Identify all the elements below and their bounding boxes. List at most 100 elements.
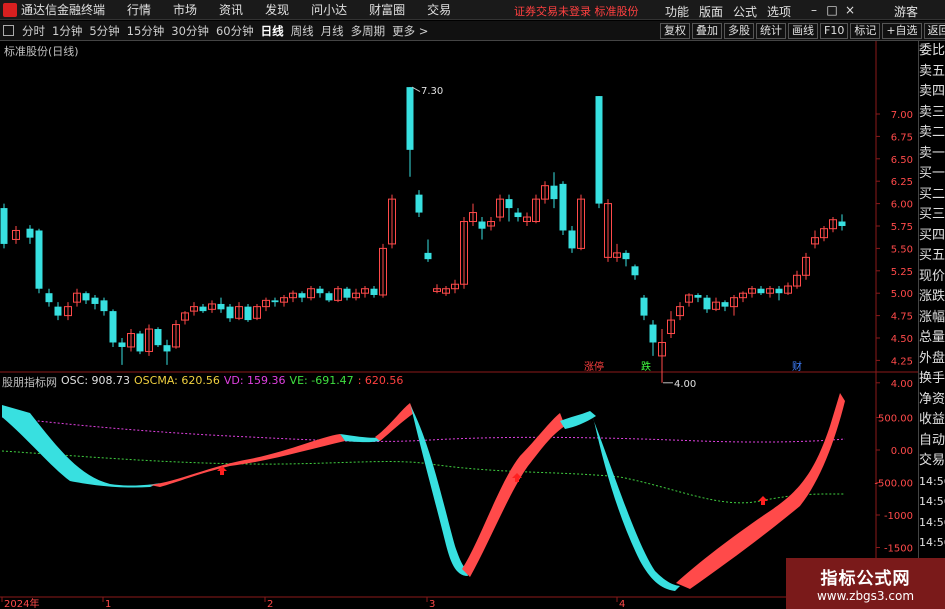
menu-item-quotes[interactable]: 行情	[127, 1, 151, 18]
back-button[interactable]: 返回	[923, 23, 945, 39]
candle	[550, 172, 558, 209]
candle	[280, 294, 288, 307]
side-panel-field: 卖四	[919, 84, 945, 99]
period-multi[interactable]: 多周期	[351, 23, 386, 39]
candle	[406, 87, 414, 177]
side-panel-trade-field: 自动	[919, 432, 945, 448]
osc-value: OSC: 908.73	[61, 374, 131, 387]
candle	[26, 225, 34, 244]
period-intraday[interactable]: 分时	[22, 23, 45, 39]
restore-rights-button[interactable]: 复权	[660, 23, 690, 39]
candle	[343, 286, 351, 301]
period-1min[interactable]: 1分钟	[52, 23, 82, 39]
period-5min[interactable]: 5分钟	[89, 23, 119, 39]
period-more[interactable]: 更多 >	[392, 23, 428, 39]
mark-button[interactable]: 标记	[850, 23, 881, 39]
maximize-icon[interactable]: □	[823, 2, 841, 18]
candle	[73, 288, 81, 307]
event-tag[interactable]: 财	[792, 360, 802, 373]
guest-button[interactable]: 游客	[894, 3, 918, 20]
candle	[424, 239, 432, 262]
menu-item-discover[interactable]: 发现	[265, 1, 289, 18]
price-tick-label: 6.25	[891, 177, 913, 188]
candle	[35, 228, 43, 294]
candle	[730, 294, 738, 316]
side-panel-field: 卖三	[919, 104, 945, 120]
menu-item-market[interactable]: 市场	[173, 1, 197, 18]
price-tick-label: 5.50	[891, 244, 913, 255]
side-panel-field: 卖二	[919, 125, 945, 140]
price-tick-label: 6.50	[891, 155, 913, 166]
period-30min[interactable]: 30分钟	[171, 23, 209, 39]
price-tick-label: 5.75	[891, 222, 913, 233]
candle	[316, 286, 324, 298]
candle	[370, 286, 378, 298]
menu-item-wealth[interactable]: 财富圈	[369, 1, 405, 18]
candle	[685, 293, 693, 307]
candle	[559, 181, 567, 235]
period-weekly[interactable]: 周线	[291, 23, 314, 39]
login-warning[interactable]: 证券交易未登录 标准股份	[514, 3, 639, 19]
menu-item-formula[interactable]: 公式	[733, 3, 757, 20]
side-panel-field: 委比	[919, 43, 945, 58]
side-panel-time-entry: 14:56	[919, 474, 945, 488]
x-tick-label: 4	[619, 599, 625, 609]
extra-value: : 620.56	[357, 374, 404, 387]
ve-value: VE: -691.47	[289, 374, 354, 387]
candle	[595, 96, 603, 209]
candle	[838, 214, 846, 231]
menu-item-news[interactable]: 资讯	[219, 1, 243, 18]
watermark-url: www.zbgs3.com	[816, 589, 915, 603]
candle	[721, 300, 729, 312]
menu-item-options[interactable]: 选项	[767, 3, 791, 20]
close-icon[interactable]: ×	[841, 2, 859, 18]
candle	[496, 194, 504, 222]
side-panel-field: 换手	[919, 371, 945, 386]
period-daily[interactable]: 日线	[261, 23, 284, 39]
high-price-label: 7.30	[421, 86, 443, 97]
chart-area[interactable]: 7.00 6.75 6.50 6.25 6.00 5.75 5.50 5.25 5.00 4.75…	[0, 41, 918, 609]
minimize-icon[interactable]: –	[805, 2, 823, 18]
side-panel-field: 总量	[919, 330, 945, 345]
period-60min[interactable]: 60分钟	[216, 23, 254, 39]
candle	[649, 320, 657, 356]
candle	[172, 320, 180, 349]
side-panel-field: 买三	[919, 207, 945, 222]
candle	[433, 284, 441, 294]
candle	[388, 194, 396, 249]
candle	[208, 300, 216, 313]
candle	[379, 243, 387, 298]
menu-item-trade[interactable]: 交易	[427, 1, 451, 18]
osc-ribbon-segment	[410, 405, 468, 576]
candle	[604, 199, 612, 262]
stock-label: 标准股份(日线)	[4, 45, 79, 58]
candle	[820, 226, 828, 242]
candle	[253, 303, 261, 321]
menu-item-ask[interactable]: 问小达	[311, 1, 347, 18]
candle	[136, 330, 144, 355]
overlay-button[interactable]: 叠加	[692, 23, 722, 39]
price-tick-label: 6.75	[891, 132, 913, 143]
draw-line-button[interactable]: 画线	[788, 23, 818, 39]
price-tick-label: 5.25	[891, 267, 913, 278]
x-tick-label: 1	[105, 599, 111, 609]
event-tag[interactable]: 跌	[641, 360, 651, 373]
add-watchlist-button[interactable]: +自选	[882, 23, 922, 39]
f10-button[interactable]: F10	[820, 23, 849, 39]
price-tick-label: 7.00	[891, 110, 913, 121]
candle	[577, 194, 585, 251]
side-panel-field: 涨跌	[919, 289, 945, 304]
osc-ribbon-segment	[560, 411, 596, 429]
stats-button[interactable]: 统计	[756, 23, 786, 39]
menu-item-layout[interactable]: 版面	[699, 3, 723, 20]
side-panel-field: 买五	[919, 248, 945, 263]
quote-side-panel: 委比 卖五 卖四 卖三 卖二 卖一 买一 买二 买三 买四 买五 现价 涨跌 涨幅 总量 外盘 换手 净资 收益 自动…	[918, 41, 945, 609]
event-tag[interactable]: 涨停	[584, 360, 604, 373]
menu-item-function[interactable]: 功能	[665, 3, 689, 20]
panel-toggle-icon[interactable]	[3, 25, 14, 36]
multi-stock-button[interactable]: 多股	[724, 23, 754, 39]
indicator-name[interactable]: 股朋指标网	[2, 374, 57, 390]
period-monthly[interactable]: 月线	[321, 23, 344, 39]
period-15min[interactable]: 15分钟	[127, 23, 165, 39]
candle	[829, 217, 837, 233]
